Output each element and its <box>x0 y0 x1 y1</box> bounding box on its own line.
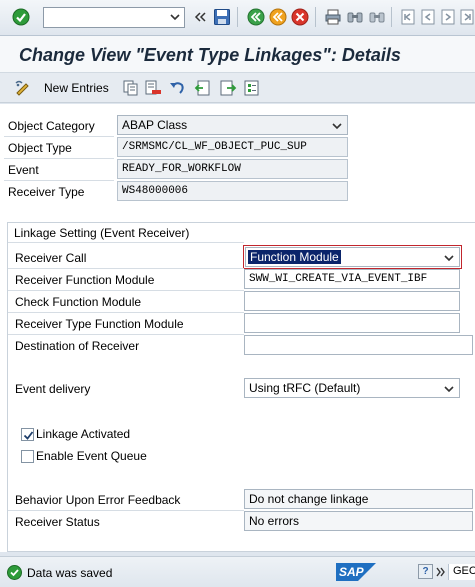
receiver-status-label: Receiver Status <box>15 515 100 529</box>
receiver-status-field[interactable]: No errors <box>244 511 473 531</box>
status-message: Data was saved <box>27 566 113 580</box>
find-next-icon[interactable] <box>367 7 387 27</box>
status-bar: Data was saved SAP ? GEC <box>0 556 475 587</box>
undo-icon[interactable] <box>168 78 186 98</box>
event-delivery-dropdown[interactable]: Using tRFC (Default) <box>244 378 460 398</box>
chevron-down-icon[interactable] <box>169 11 181 23</box>
system-name-text: GEC <box>453 565 475 577</box>
event-field[interactable]: READY_FOR_WORKFLOW <box>117 159 348 179</box>
last-page-icon[interactable] <box>457 7 475 27</box>
receiver-call-label: Receiver Call <box>15 251 87 265</box>
system-toolbar <box>0 0 475 36</box>
enter-icon[interactable] <box>11 7 31 27</box>
event-delivery-label: Event delivery <box>15 382 91 396</box>
application-toolbar: New Entries <box>0 73 475 103</box>
delete-icon[interactable] <box>144 78 162 98</box>
new-entries-button[interactable]: New Entries <box>36 78 109 98</box>
system-name-field[interactable]: GEC <box>448 564 475 580</box>
event-delivery-value: Using tRFC (Default) <box>249 381 361 395</box>
title-bar: Change View "Event Type Linkages": Detai… <box>0 36 475 73</box>
object-type-label: Object Type <box>8 141 72 155</box>
receiver-type-function-module-field[interactable] <box>244 313 460 333</box>
sap-logo-text: SAP <box>339 565 364 579</box>
object-category-dropdown[interactable]: ABAP Class <box>117 115 348 135</box>
next-page-icon[interactable] <box>438 7 458 27</box>
new-entries-label: New Entries <box>44 81 109 95</box>
display-change-icon[interactable] <box>14 78 32 98</box>
back-icon[interactable] <box>246 7 266 27</box>
first-page-icon[interactable] <box>398 7 418 27</box>
event-label: Event <box>8 163 39 177</box>
object-category-value: ABAP Class <box>122 118 188 132</box>
back-nav-icon[interactable] <box>190 7 210 27</box>
receiver-type-field[interactable]: WS48000006 <box>117 181 348 201</box>
enable-event-queue-label[interactable]: Enable Event Queue <box>36 449 147 463</box>
receiver-type-function-module-label: Receiver Type Function Module <box>15 317 184 331</box>
behavior-upon-error-label: Behavior Upon Error Feedback <box>15 493 181 507</box>
chevron-down-icon[interactable] <box>443 383 455 395</box>
linkage-activated-label[interactable]: Linkage Activated <box>36 427 130 441</box>
receiver-call-dropdown[interactable]: Function Module <box>243 245 462 269</box>
find-icon[interactable] <box>345 7 365 27</box>
select-all-icon[interactable] <box>243 78 261 98</box>
enable-event-queue-checkbox[interactable] <box>21 450 34 463</box>
expand-status-icon[interactable] <box>436 567 446 577</box>
command-input[interactable] <box>44 8 166 27</box>
command-field[interactable] <box>43 7 185 28</box>
content-area: Object Category ABAP Class Object Type /… <box>0 104 475 552</box>
exit-icon[interactable] <box>268 7 288 27</box>
destination-of-receiver-field[interactable] <box>244 335 473 355</box>
page-title: Change View "Event Type Linkages": Detai… <box>19 45 401 65</box>
receiver-function-module-label: Receiver Function Module <box>15 273 155 287</box>
object-type-field[interactable]: /SRMSMC/CL_WF_OBJECT_PUC_SUP <box>117 137 348 157</box>
check-function-module-field[interactable] <box>244 291 460 311</box>
next-entry-icon[interactable] <box>219 78 237 98</box>
linkage-activated-checkbox[interactable] <box>21 428 34 441</box>
destination-of-receiver-label: Destination of Receiver <box>15 339 140 353</box>
receiver-call-value: Function Module <box>248 250 341 264</box>
receiver-type-label: Receiver Type <box>8 185 85 199</box>
checkmark-icon <box>23 431 34 440</box>
success-icon <box>7 565 22 580</box>
prev-page-icon[interactable] <box>418 7 438 27</box>
object-category-label: Object Category <box>8 119 95 133</box>
sap-logo: SAP <box>336 563 376 581</box>
chevron-down-icon[interactable] <box>443 252 455 264</box>
chevron-down-icon[interactable] <box>331 120 343 132</box>
previous-entry-icon[interactable] <box>194 78 212 98</box>
print-icon[interactable] <box>323 7 343 27</box>
behavior-upon-error-field[interactable]: Do not change linkage <box>244 489 473 509</box>
check-function-module-label: Check Function Module <box>15 295 142 309</box>
receiver-function-module-field[interactable]: SWW_WI_CREATE_VIA_EVENT_IBF <box>244 269 460 289</box>
copy-icon[interactable] <box>122 78 140 98</box>
save-icon[interactable] <box>212 7 232 27</box>
linkage-group-title: Linkage Setting (Event Receiver) <box>14 226 190 240</box>
system-info-icon[interactable]: ? <box>418 564 433 579</box>
cancel-icon[interactable] <box>290 7 310 27</box>
